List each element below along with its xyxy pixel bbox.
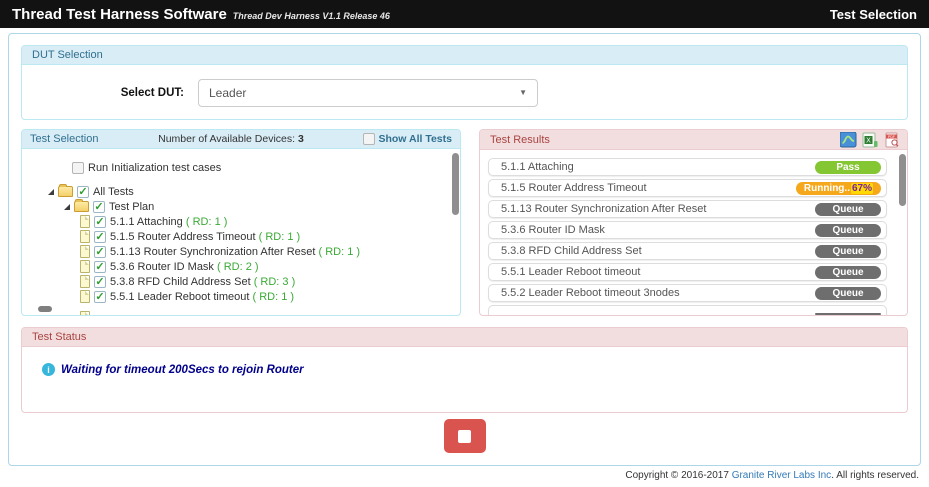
result-row-partial[interactable] [488,305,887,315]
status-badge [815,313,881,315]
tree-horizontal-scrollbar[interactable] [38,306,52,312]
app-header: Thread Test Harness Software Thread Dev … [0,0,929,28]
info-icon: i [42,363,55,376]
status-badge: Pass [815,161,881,174]
status-badge: Queue [815,266,881,279]
result-test-name: 5.5.2 Leader Reboot timeout 3nodes [501,287,680,299]
file-icon [80,260,90,273]
show-all-tests-checkbox[interactable] [363,133,375,145]
copyright: Copyright © 2016-2017 Granite River Labs… [0,466,929,481]
stop-icon [458,430,471,443]
file-icon [80,275,90,288]
result-row[interactable]: 5.5.2 Leader Reboot timeout 3nodes Queue [488,284,887,302]
stop-button[interactable] [444,419,486,453]
progress-percent: 67% [851,183,873,194]
tree-checkbox[interactable]: ✓ [93,201,105,213]
test-selection-panel: Test Selection Number of Available Devic… [21,129,461,316]
tree-checkbox[interactable]: ✓ [94,261,106,273]
result-test-name: 5.3.6 Router ID Mask [501,224,605,236]
tree-item-test[interactable]: ✓ 5.5.1 Leader Reboot timeout ( RD: 1 ) [80,289,460,304]
dut-select[interactable]: Leader ▼ [198,79,538,107]
tree-checkbox[interactable]: ✓ [94,276,106,288]
tree-checkbox[interactable]: ✓ [94,246,106,258]
status-badge: Queue [815,203,881,216]
expand-arrow-icon[interactable] [64,204,70,210]
test-status-header: Test Status [22,328,907,347]
show-all-tests-toggle[interactable]: Show All Tests [363,133,452,145]
status-message: Waiting for timeout 200Secs to rejoin Ro… [61,364,304,376]
chevron-down-icon: ▼ [519,88,527,97]
pdf-export-icon[interactable]: PDF [884,132,901,148]
result-row[interactable]: 5.3.8 RFD Child Address Set Queue [488,242,887,260]
result-row[interactable]: 5.1.5 Router Address Timeout Running..67… [488,179,887,197]
svg-text:PDF: PDF [888,134,895,138]
file-icon [80,230,90,243]
result-row[interactable]: 5.1.13 Router Synchronization After Rese… [488,200,887,218]
test-selection-title: Test Selection [30,133,98,145]
svg-text:X: X [866,137,871,144]
file-icon [80,290,90,303]
available-devices-count: 3 [298,133,304,145]
test-status-panel: Test Status i Waiting for timeout 200Sec… [21,327,908,413]
app-version: Thread Dev Harness V1.1 Release 46 [233,11,390,21]
tree-item-test[interactable]: ✓ 5.3.6 Router ID Mask ( RD: 2 ) [80,259,460,274]
status-badge: Queue [815,245,881,258]
run-init-option[interactable]: Run Initialization test cases [72,162,460,174]
file-icon [80,311,90,315]
result-test-name: 5.5.1 Leader Reboot timeout [501,266,640,278]
folder-icon [58,186,73,197]
company-link[interactable]: Granite River Labs Inc [732,470,832,481]
test-tree: Run Initialization test cases ✓ All Test… [22,149,460,315]
dut-selection-header: DUT Selection [22,46,907,65]
tree-vertical-scrollbar[interactable] [452,151,459,313]
available-devices-label: Number of Available Devices: 3 [158,133,304,145]
tree-item-test[interactable]: ✓ 5.1.1 Attaching ( RD: 1 ) [80,214,460,229]
tree-checkbox[interactable]: ✓ [94,291,106,303]
tree-item-test[interactable]: ✓ 5.3.8 RFD Child Address Set ( RD: 3 ) [80,274,460,289]
show-all-tests-label: Show All Tests [378,133,452,145]
tree-item-test[interactable]: ✓ 5.1.5 Router Address Timeout ( RD: 1 ) [80,229,460,244]
results-vertical-scrollbar[interactable] [899,152,906,313]
result-test-name: 5.3.8 RFD Child Address Set [501,245,642,257]
run-init-checkbox[interactable] [72,162,84,174]
select-dut-label: Select DUT: [22,87,184,99]
tree-item-test[interactable]: ✓ 5.1.13 Router Synchronization After Re… [80,244,460,259]
results-list: 5.1.1 Attaching Pass 5.1.5 Router Addres… [480,150,907,315]
test-results-title: Test Results [490,134,550,146]
result-test-name: 5.1.1 Attaching [501,161,574,173]
result-test-name: 5.1.13 Router Synchronization After Rese… [501,203,706,215]
tree-checkbox[interactable]: ✓ [77,186,89,198]
tree-test-list: ✓ 5.1.1 Attaching ( RD: 1 ) ✓ 5.1.5 Rout… [22,214,460,304]
main-container: DUT Selection Select DUT: Leader ▼ Test … [8,33,921,466]
run-init-label: Run Initialization test cases [88,162,221,174]
dut-select-value: Leader [209,86,246,100]
tree-item-test-plan[interactable]: ✓ Test Plan [64,199,460,214]
result-test-name: 5.1.5 Router Address Timeout [501,182,647,194]
scrollbar-thumb[interactable] [452,153,459,215]
result-row[interactable]: 5.1.1 Attaching Pass [488,158,887,176]
tree-item-all-tests[interactable]: ✓ All Tests [48,184,460,199]
result-row[interactable]: 5.5.1 Leader Reboot timeout Queue [488,263,887,281]
page-title: Test Selection [830,7,917,22]
expand-arrow-icon[interactable] [48,189,54,195]
dut-selection-panel: DUT Selection Select DUT: Leader ▼ [21,45,908,120]
file-icon [80,215,90,228]
chart-icon[interactable] [840,132,857,148]
excel-export-icon[interactable]: X [862,132,879,148]
tree-checkbox[interactable]: ✓ [94,216,106,228]
result-row[interactable]: 5.3.6 Router ID Mask Queue [488,221,887,239]
status-badge: Queue [815,224,881,237]
test-results-panel: Test Results X PDF 5.1 [479,129,908,316]
status-badge: Queue [815,287,881,300]
scrollbar-thumb[interactable] [899,154,906,206]
app-title: Thread Test Harness Software [12,6,227,23]
file-icon [80,245,90,258]
folder-icon [74,201,89,212]
status-badge: Running..67% [796,182,881,195]
tree-checkbox[interactable]: ✓ [94,231,106,243]
